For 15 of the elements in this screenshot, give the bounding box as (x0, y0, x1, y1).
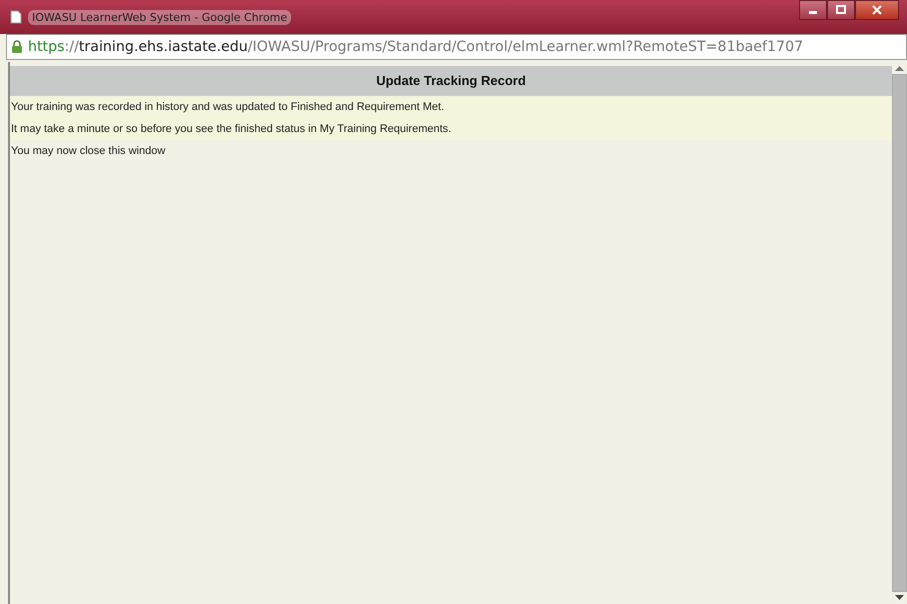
maximize-button[interactable] (827, 0, 855, 20)
lock-icon (11, 40, 23, 54)
scroll-down-icon[interactable] (895, 595, 904, 600)
maximize-icon (836, 5, 846, 15)
close-button[interactable] (855, 0, 899, 20)
page-heading: Update Tracking Record (10, 66, 892, 96)
scroll-up-icon[interactable] (895, 66, 904, 71)
close-icon (872, 5, 882, 15)
address-bar[interactable]: https://training.ehs.iastate.edu/IOWASU/Programs/Standard/Control/elmLearner.wml?RemoteST=81baef1707 (6, 34, 907, 60)
window-title: IOWASU LearnerWeb System - Google Chrome (28, 10, 292, 24)
url-text: https://training.ehs.iastate.edu/IOWASU/Programs/Standard/Control/elmLearner.wml?RemoteST=81baef1707 (28, 39, 804, 55)
message-text: It may take a minute or so before you see the finished status in My Training Requirements. (10, 118, 892, 140)
page-icon (10, 10, 22, 24)
message-text: Your training was recorded in history and was updated to Finished and Requirement Met. (10, 96, 892, 118)
minimize-button[interactable] (799, 0, 827, 20)
